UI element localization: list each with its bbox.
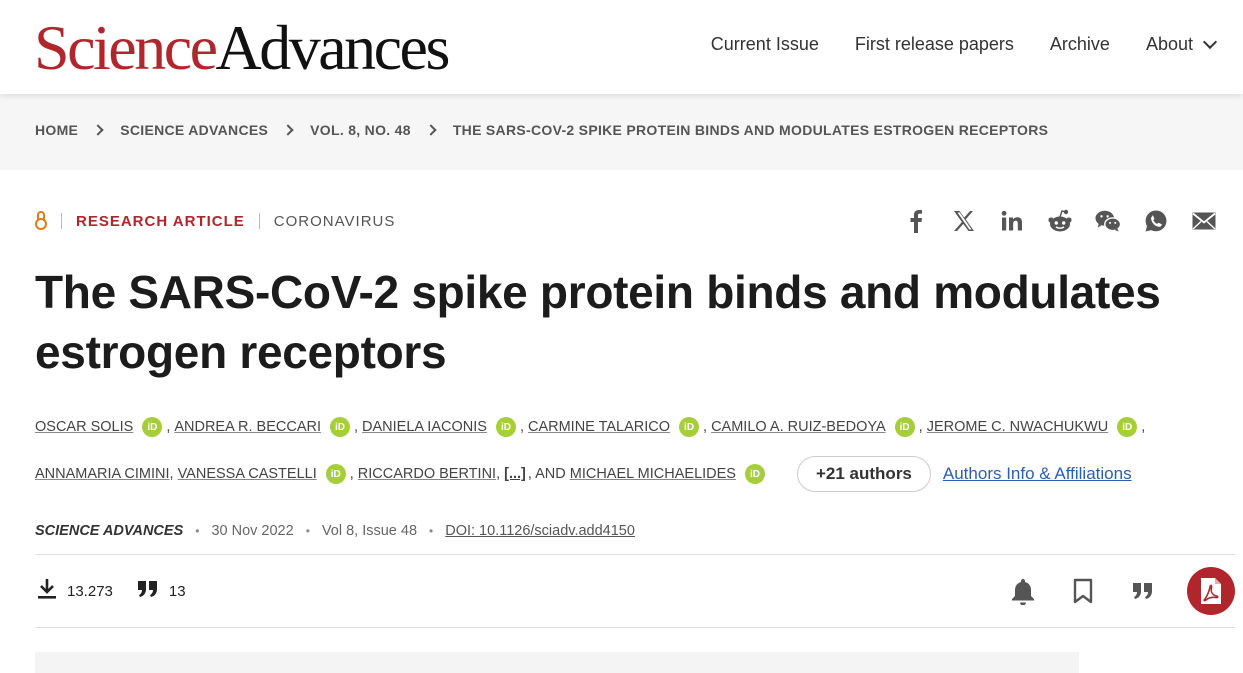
divider (35, 627, 1235, 628)
content-placeholder (35, 652, 1079, 673)
expand-authors-ellipsis[interactable]: [...] (504, 466, 526, 482)
separator-dot: • (195, 524, 200, 538)
separator-dot: • (305, 524, 310, 538)
citation-quote-icon (137, 580, 159, 602)
bookmark-icon[interactable] (1069, 577, 1097, 605)
orcid-icon[interactable]: iD (744, 464, 765, 484)
download-count: 13.273 (67, 582, 113, 600)
publication-date: 30 Nov 2022 (211, 523, 294, 539)
wechat-icon[interactable] (1095, 208, 1121, 234)
reddit-icon[interactable] (1047, 208, 1073, 234)
orcid-icon[interactable]: iD (142, 417, 163, 437)
and-text: , AND (527, 466, 566, 482)
main-nav: Current Issue First release papers Archi… (711, 34, 1218, 55)
chevron-right-icon (425, 124, 437, 136)
pdf-icon (1201, 578, 1221, 604)
logo-advances-text: Advances (215, 12, 451, 83)
chevron-right-icon (92, 124, 104, 136)
article-type: RESEARCH ARTICLE (76, 212, 245, 230)
article-title: The SARS-CoV-2 spike protein binds and m… (35, 266, 1161, 378)
chevron-right-icon (282, 124, 294, 136)
email-icon[interactable] (1191, 208, 1217, 234)
author-link[interactable]: ANNAMARIA CIMINI (35, 466, 170, 482)
more-authors-button[interactable]: +21 authors (796, 456, 931, 492)
author-link[interactable]: RICCARDO BERTINI (358, 466, 496, 482)
breadcrumb-home[interactable]: HOME (35, 122, 78, 138)
journal-name: SCIENCE ADVANCES (35, 523, 184, 539)
author-link[interactable]: OSCAR SOLIS (35, 419, 133, 435)
nav-about-label: About (1145, 34, 1193, 54)
pdf-download-button[interactable] (1187, 567, 1235, 615)
bell-icon[interactable] (1009, 577, 1037, 605)
author-link[interactable]: CAMILO A. RUIZ-BEDOYA (711, 419, 886, 435)
author-link[interactable]: DANIELA IACONIS (362, 419, 487, 435)
breadcrumb-band: HOME SCIENCE ADVANCES VOL. 8, NO. 48 THE… (0, 94, 1243, 170)
orcid-icon[interactable]: iD (495, 417, 516, 437)
cite-quote-icon[interactable] (1129, 577, 1157, 605)
article-meta-row: RESEARCH ARTICLE CORONAVIRUS (35, 211, 395, 231)
science-advances-logo[interactable]: ScienceAdvances (34, 12, 451, 83)
nav-archive[interactable]: Archive (1050, 34, 1110, 55)
orcid-icon[interactable]: iD (679, 417, 700, 437)
author-link[interactable]: ANDREA R. BECCARI (174, 419, 321, 435)
share-bar (903, 208, 1217, 234)
open-access-icon (35, 211, 47, 231)
author-link[interactable]: CARMINE TALARICO (528, 419, 670, 435)
divider (35, 554, 1235, 555)
orcid-icon[interactable]: iD (1117, 417, 1138, 437)
linkedin-icon[interactable] (999, 208, 1025, 234)
breadcrumb-current-article: THE SARS-COV-2 SPIKE PROTEIN BINDS AND M… (452, 122, 1049, 138)
volume-issue: Vol 8, Issue 48 (321, 523, 418, 539)
chevron-down-icon (1202, 34, 1218, 49)
breadcrumb-journal[interactable]: SCIENCE ADVANCES (120, 122, 268, 138)
breadcrumb-issue[interactable]: VOL. 8, NO. 48 (310, 122, 411, 138)
orcid-icon[interactable]: iD (325, 464, 346, 484)
publication-info: SCIENCE ADVANCES • 30 Nov 2022 • Vol 8, … (35, 523, 635, 539)
authors-info-affiliations-link[interactable]: Authors Info & Affiliations (943, 464, 1132, 484)
facebook-icon[interactable] (903, 208, 929, 234)
article-metrics: 13.273 13 (37, 578, 186, 604)
x-twitter-icon[interactable] (951, 208, 977, 234)
author-link[interactable]: MICHAEL MICHAELIDES (570, 466, 736, 482)
author-link[interactable]: JEROME C. NWACHUKWU (927, 419, 1109, 435)
nav-first-release-papers[interactable]: First release papers (855, 34, 1014, 55)
site-header: ScienceAdvances Current Issue First rele… (0, 0, 1243, 94)
article-actions (1009, 567, 1235, 615)
download-icon (37, 578, 57, 604)
nav-current-issue[interactable]: Current Issue (711, 34, 819, 55)
author-list: OSCAR SOLIS iD, ANDREA R. BECCARI iD, DA… (35, 414, 1225, 492)
nav-about[interactable]: About (1145, 34, 1218, 55)
breadcrumb: HOME SCIENCE ADVANCES VOL. 8, NO. 48 THE… (35, 122, 1048, 138)
separator-dot: • (429, 524, 434, 538)
article-topic[interactable]: CORONAVIRUS (274, 213, 396, 230)
divider (258, 213, 260, 229)
orcid-icon[interactable]: iD (894, 417, 915, 437)
divider (61, 213, 62, 229)
whatsapp-icon[interactable] (1143, 208, 1169, 234)
orcid-icon[interactable]: iD (330, 417, 350, 437)
author-line-1: OSCAR SOLIS iD, ANDREA R. BECCARI iD, DA… (35, 417, 1146, 437)
author-link[interactable]: VANESSA CASTELLI (178, 466, 317, 482)
logo-science-text: Science (34, 12, 218, 83)
doi-link[interactable]: DOI: 10.1126/sciadv.add4150 (445, 523, 635, 539)
citation-count: 13 (168, 582, 186, 600)
author-line-2: ANNAMARIA CIMINI, VANESSA CASTELLI iD, R… (35, 456, 1225, 492)
